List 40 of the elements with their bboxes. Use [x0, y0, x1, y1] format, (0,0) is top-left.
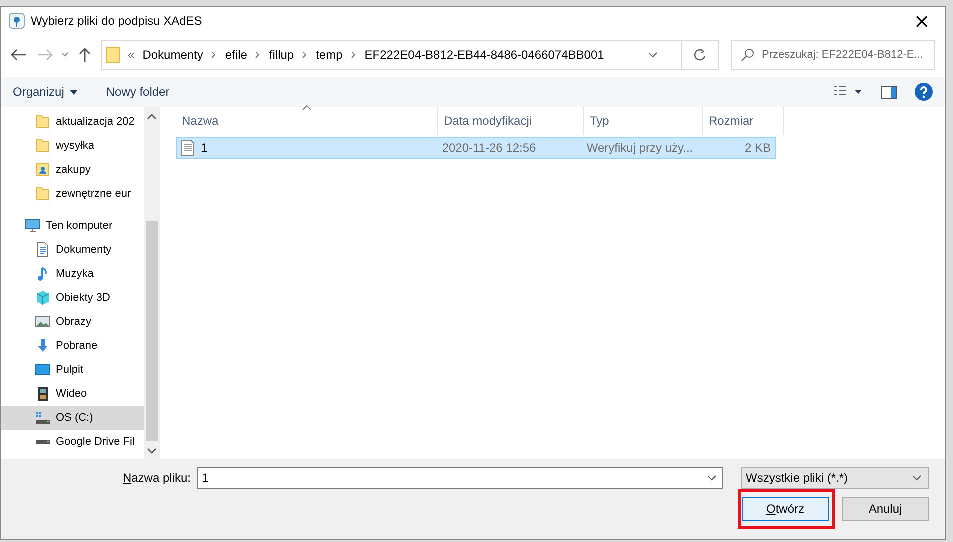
column-header[interactable]: Typ [584, 107, 703, 135]
nav-item[interactable]: Pobrane [1, 334, 144, 358]
nav-item[interactable]: Pulpit [1, 358, 144, 382]
file-name: 1 [201, 141, 208, 155]
table-cell: 2020-11-26 12:56 [442, 141, 536, 155]
nav-item[interactable]: wysyłka [1, 134, 144, 158]
filename-field[interactable]: 1 [197, 467, 723, 489]
nav-item[interactable]: OS (C:) [1, 406, 144, 430]
nav-item[interactable]: aktualizacja 202 [1, 110, 144, 134]
new-folder-button[interactable]: Nowy folder [106, 85, 170, 99]
path-segment[interactable]: Dokumenty [142, 48, 204, 62]
column-header[interactable]: Data modyfikacji [438, 107, 584, 135]
cancel-button[interactable]: Anuluj [842, 497, 929, 521]
file-type-dropdown[interactable]: Wszystkie pliki (*.*) [741, 467, 929, 489]
nav-item[interactable]: zewnętrzne eur [1, 182, 144, 206]
path-segment[interactable]: temp [316, 48, 343, 62]
path-segment[interactable]: fillup [269, 48, 294, 62]
nav-item[interactable]: Wideo [1, 382, 144, 406]
overflow-icon[interactable]: « [128, 48, 135, 62]
nav-item[interactable]: Ten komputer [1, 214, 144, 238]
path-segment[interactable]: efile [225, 48, 248, 62]
table-cell: Weryfikuj przy uży... [586, 141, 694, 155]
close-button[interactable]: × [899, 7, 945, 35]
search-field[interactable]: Przeszukaj: EF222E04-B812-E... [731, 40, 935, 70]
nav-item[interactable]: zakupy [1, 158, 144, 182]
table-cell: 2 KB [744, 141, 771, 155]
nav-item[interactable]: Google Drive Fil [1, 430, 144, 454]
nav-item[interactable]: Muzyka [1, 262, 144, 286]
path-segment[interactable]: EF222E04-B812-EB44-8486-0466074BB001 [364, 48, 604, 62]
nav-item[interactable]: Obrazy [1, 310, 144, 334]
column-header[interactable]: Nazwa [176, 107, 438, 135]
file-row[interactable]: 1 2020-11-26 12:56 Weryfikuj przy uży... 2 KB [176, 137, 776, 159]
nav-item[interactable]: Dokumenty [1, 238, 144, 262]
organize-button[interactable]: Organizuj [13, 85, 78, 99]
nav-item[interactable]: Obiekty 3D [1, 286, 144, 310]
filename-label: Nazwa pliku: [122, 471, 191, 485]
address-bar[interactable]: « Dokumenty efile fillup temp EF222E04-B812-EB44-8486-0466074BB001 [101, 40, 719, 70]
open-button[interactable]: Otwórz [742, 497, 829, 521]
column-header[interactable]: Rozmiar [703, 107, 784, 135]
window-title: Wybierz pliki do podpisu XAdES [31, 14, 202, 28]
